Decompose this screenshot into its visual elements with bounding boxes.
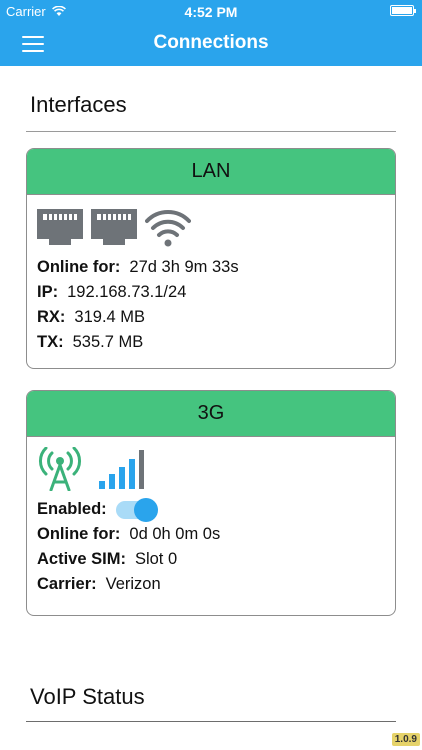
lan-online-label: Online for: <box>37 258 121 276</box>
ethernet-port-icon <box>91 209 137 245</box>
lan-rx-value: 319.4 MB <box>74 308 146 326</box>
voip-divider <box>26 721 396 722</box>
3g-icons <box>37 447 385 491</box>
lan-tx-label: TX: <box>37 333 64 351</box>
nav-bar: Connections <box>0 22 422 66</box>
3g-online-row: Online for: 0d 0h 0m 0s <box>37 522 385 547</box>
3g-online-value: 0d 0h 0m 0s <box>129 525 221 543</box>
3g-enabled-label: Enabled: <box>37 500 107 518</box>
3g-carrier-label: Carrier: <box>37 575 97 593</box>
status-bar: Carrier 4:52 PM <box>0 0 422 22</box>
toggle-knob <box>133 497 158 522</box>
lan-card-header: LAN <box>27 149 395 195</box>
lan-online-value: 27d 3h 9m 33s <box>129 258 239 276</box>
lan-ip-value: 192.168.73.1/24 <box>67 283 187 301</box>
voip-heading: VoIP Status <box>30 684 145 709</box>
lan-online-row: Online for: 27d 3h 9m 33s <box>37 255 385 280</box>
wifi-icon <box>145 210 191 247</box>
lan-card: LAN Online for: 27d 3h 9m 33s IP: 192.16… <box>26 148 396 369</box>
lan-tx-row: TX: 535.7 MB <box>37 330 385 355</box>
3g-sim-value: Slot 0 <box>134 550 178 568</box>
3g-online-label: Online for: <box>37 525 121 543</box>
lan-ip-row: IP: 192.168.73.1/24 <box>37 280 385 305</box>
3g-carrier-value: Verizon <box>105 575 161 593</box>
interfaces-divider <box>26 131 396 132</box>
app-header: Carrier 4:52 PM Connections <box>0 0 422 66</box>
3g-card: 3G Enabled: Online for: 0d 0h 0m 0s Acti… <box>26 390 396 616</box>
lan-rx-label: RX: <box>37 308 66 326</box>
3g-sim-label: Active SIM: <box>37 550 126 568</box>
cell-tower-icon <box>39 447 81 491</box>
clock: 4:52 PM <box>184 4 238 20</box>
3g-enabled-row: Enabled: <box>37 497 385 522</box>
3g-card-header: 3G <box>27 391 395 437</box>
3g-carrier-row: Carrier: Verizon <box>37 572 385 597</box>
3g-sim-row: Active SIM: Slot 0 <box>37 547 385 572</box>
page-title: Connections <box>153 32 269 53</box>
lan-tx-value: 535.7 MB <box>72 333 144 351</box>
ethernet-port-icon <box>37 209 83 245</box>
3g-enabled-toggle[interactable] <box>115 497 158 522</box>
lan-rx-row: RX: 319.4 MB <box>37 305 385 330</box>
lan-icons <box>37 205 385 249</box>
battery-icon <box>390 5 416 16</box>
lan-ip-label: IP: <box>37 283 59 301</box>
interfaces-heading: Interfaces <box>30 92 127 117</box>
signal-bars-icon <box>99 450 144 489</box>
version-badge: 1.0.9 <box>391 733 420 746</box>
